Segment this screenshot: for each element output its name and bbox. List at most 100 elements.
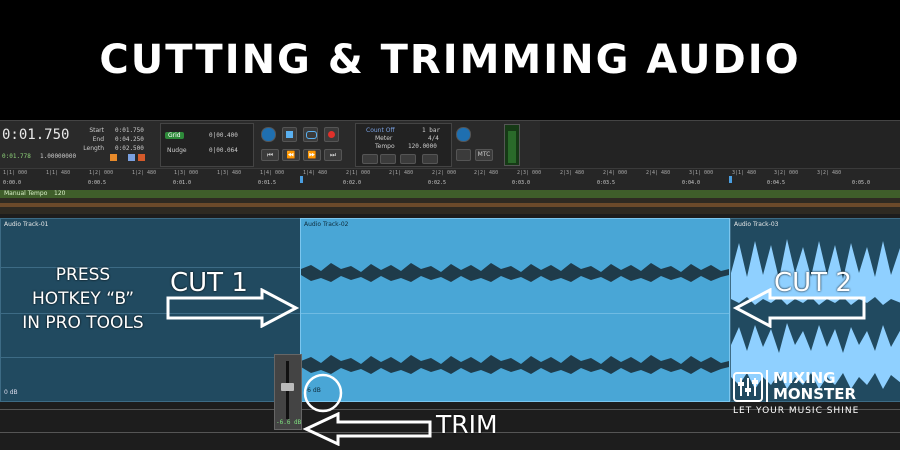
- ruler-bar-label: 2|4| 480: [646, 170, 671, 176]
- count-off-label[interactable]: Count Off: [366, 127, 395, 134]
- dyn-icon[interactable]: [110, 154, 117, 161]
- tempo-map-button[interactable]: [422, 154, 438, 164]
- count-off-bars[interactable]: 1 bar: [422, 127, 440, 134]
- fader-value[interactable]: -6.6 dB: [276, 419, 301, 426]
- title-banner: CUTTING & TRIMMING AUDIO: [0, 0, 900, 120]
- ruler-bar-label: 2|1| 000: [346, 170, 371, 176]
- ruler-bar-label: 1|2| 480: [132, 170, 157, 176]
- tempo-label[interactable]: Tempo: [375, 143, 395, 150]
- annotation-press-hotkey: PRESS HOTKEY “B” IN PRO TOOLS: [8, 263, 158, 335]
- fast-forward-button[interactable]: ⏩: [303, 149, 321, 161]
- ruler-bar-label: 2|3| 480: [560, 170, 585, 176]
- tempo-value[interactable]: 120.0000: [408, 143, 437, 150]
- sub-counter-2: 1.00000000: [40, 153, 77, 160]
- selection-start-marker[interactable]: [300, 176, 303, 183]
- tempo-ruler-value: 120: [54, 190, 66, 197]
- fader-handle[interactable]: [281, 383, 294, 391]
- meter-value[interactable]: 4/4: [428, 135, 439, 142]
- tempo-panel: Count Off Meter Tempo 1 bar 4/4 120.0000: [355, 123, 452, 167]
- volume-fader-strip: -6.6 dB: [274, 354, 302, 430]
- waveform: [301, 263, 729, 374]
- mixing-monster-logo: MIXING MONSTER LET YOUR MUSIC SHINE: [733, 370, 883, 420]
- start-value[interactable]: 0:01.750: [115, 126, 144, 135]
- grid-button[interactable]: Grid: [165, 132, 184, 139]
- timeline-ruler[interactable]: 1|1| 000 1|1| 480 1|2| 000 1|2| 480 1|3| 000…: [0, 168, 900, 191]
- record-button[interactable]: [324, 127, 339, 142]
- marker-ruler[interactable]: [0, 198, 900, 214]
- ruler-time-label: 0:03.5: [597, 180, 616, 186]
- end-value[interactable]: 0:04.250: [115, 135, 144, 144]
- play-button[interactable]: [303, 127, 318, 142]
- grid-value[interactable]: 0|00.400: [209, 132, 238, 139]
- annotation-trim: TRIM: [436, 410, 498, 439]
- meter-label[interactable]: Meter: [375, 135, 392, 142]
- annotation-line: IN PRO TOOLS: [22, 313, 144, 333]
- clip-name: Audio Track-01: [4, 221, 49, 228]
- ruler-bar-label: 1|4| 000: [260, 170, 285, 176]
- waveform-bottom: [301, 355, 729, 374]
- annotation-line: HOTKEY “B”: [31, 289, 135, 309]
- selection-labels: Start End Length: [78, 126, 104, 153]
- grid-toggle-icon[interactable]: [128, 154, 135, 161]
- ruler-time-label: 0:04.0: [682, 180, 701, 186]
- ruler-bar-label: 1|3| 000: [174, 170, 199, 176]
- snap-icon[interactable]: [138, 154, 145, 161]
- sync-button[interactable]: [456, 127, 471, 142]
- level-meter-fill: [508, 131, 516, 163]
- ruler-time-label: 0:00.0: [3, 180, 22, 186]
- ruler-time-label: 0:03.0: [512, 180, 531, 186]
- mtc-button[interactable]: MTC: [475, 149, 493, 161]
- clip-name: Audio Track-02: [304, 221, 349, 228]
- ruler-bar-label: 3|2| 000: [774, 170, 799, 176]
- selection-values: 0:01.750 0:04.250 0:02.500: [115, 126, 144, 153]
- ruler-time-label: 0:01.5: [258, 180, 277, 186]
- rewind-button[interactable]: ⏪: [282, 149, 300, 161]
- annotation-line: PRESS: [55, 265, 111, 285]
- clip-audio-track-02[interactable]: Audio Track-02 -6 dB: [300, 218, 730, 402]
- level-meter: [504, 124, 520, 166]
- clip-name: Audio Track-03: [734, 221, 779, 228]
- trim-arrow-icon: [302, 412, 432, 446]
- marker-ruler-band: [0, 203, 900, 207]
- online-button[interactable]: [261, 127, 276, 142]
- sub-counter[interactable]: 0:01.778: [2, 153, 31, 160]
- return-to-zero-button[interactable]: ⏮: [261, 149, 279, 161]
- ruler-bar-label: 3|1| 480: [732, 170, 757, 176]
- link-button[interactable]: [456, 149, 471, 161]
- ruler-bar-label: 2|2| 000: [432, 170, 457, 176]
- record-icon: [328, 131, 335, 138]
- nudge-value[interactable]: 0|00.064: [209, 147, 238, 154]
- logo-divider: [766, 370, 768, 402]
- nudge-label[interactable]: Nudge: [167, 147, 187, 154]
- ruler-bar-label: 1|1| 480: [46, 170, 71, 176]
- cut-1-arrow-icon: [166, 288, 300, 328]
- ruler-time-label: 0:01.0: [173, 180, 192, 186]
- trim-highlight-circle-icon: [303, 373, 343, 413]
- ruler-bar-label: 1|2| 000: [89, 170, 114, 176]
- selection-end-marker[interactable]: [729, 176, 732, 183]
- loop-play-icon: [306, 131, 317, 139]
- metronome-button[interactable]: [400, 154, 416, 164]
- stop-button[interactable]: [282, 127, 297, 142]
- ruler-bar-label: 3|2| 480: [817, 170, 842, 176]
- ruler-time-label: 0:04.5: [767, 180, 786, 186]
- ruler-bar-label: 3|1| 000: [689, 170, 714, 176]
- ruler-bar-label: 1|4| 480: [303, 170, 328, 176]
- ruler-bar-label: 1|1| 000: [3, 170, 28, 176]
- mixer-logo-icon: [733, 372, 763, 402]
- stop-icon: [286, 131, 293, 138]
- ruler-bar-label: 2|4| 000: [603, 170, 628, 176]
- midi-merge-button[interactable]: [362, 154, 378, 164]
- grid-nudge-panel: Grid 0|00.400 Nudge 0|00.064: [160, 123, 254, 167]
- ruler-time-label: 0:02.0: [343, 180, 362, 186]
- clip-gain-label[interactable]: 0 dB: [4, 389, 18, 396]
- main-counter[interactable]: 0:01.750: [2, 127, 69, 143]
- tempo-ruler[interactable]: Manual Tempo 120: [0, 190, 900, 198]
- end-label: End: [92, 136, 104, 143]
- go-to-end-button[interactable]: ⏭: [324, 149, 342, 161]
- length-value[interactable]: 0:02.500: [115, 144, 144, 153]
- logo-line-2: MONSTER: [773, 385, 857, 403]
- start-label: Start: [89, 127, 104, 134]
- wait-for-note-button[interactable]: [380, 154, 396, 164]
- page-title: CUTTING & TRIMMING AUDIO: [99, 37, 801, 83]
